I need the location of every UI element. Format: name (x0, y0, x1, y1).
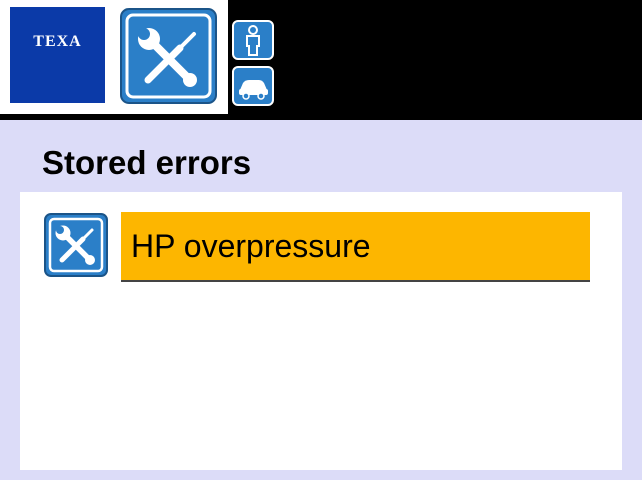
error-item[interactable]: HP overpressure (121, 212, 590, 282)
errors-panel: HP overpressure (20, 192, 622, 470)
page-title: Stored errors (42, 144, 252, 181)
texa-logo: TEXA (10, 7, 105, 103)
brand-tile: TEXA (0, 0, 228, 114)
tools-icon (44, 213, 108, 277)
car-icon (239, 80, 268, 100)
content-area: Stored errors HP overpressure (0, 120, 642, 480)
logo-text: TEXA (33, 33, 82, 50)
top-bar: TEXA (0, 0, 642, 120)
error-label: HP overpressure (131, 228, 371, 264)
person-icon (246, 25, 260, 56)
vehicle-button[interactable] (232, 66, 274, 106)
tools-icon[interactable] (120, 8, 217, 104)
person-button[interactable] (232, 20, 274, 60)
